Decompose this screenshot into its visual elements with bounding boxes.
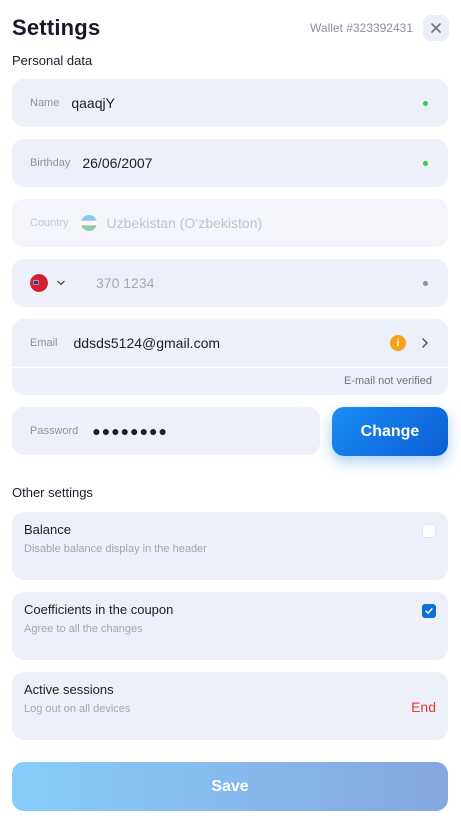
page-title: Settings: [12, 15, 101, 40]
email-block: Email ddsds5124@gmail.com i E-mail not v…: [12, 319, 448, 395]
wallet-id: Wallet #323392431: [310, 21, 413, 35]
end-sessions-button[interactable]: End: [411, 699, 436, 715]
uzbekistan-flag-icon: [80, 215, 97, 231]
phone-input[interactable]: 370 1234: [96, 275, 154, 291]
warning-icon: i: [390, 335, 406, 351]
birthday-label: Birthday: [30, 157, 71, 169]
other-settings-label: Other settings: [12, 485, 93, 500]
email-field[interactable]: Email ddsds5124@gmail.com i: [12, 319, 448, 367]
phone-status-dot: [423, 280, 428, 286]
header: Settings Wallet #323392431: [12, 12, 449, 44]
chevron-down-icon[interactable]: [56, 278, 66, 288]
check-icon: [425, 608, 433, 614]
balance-checkbox[interactable]: [422, 524, 436, 538]
save-button[interactable]: Save: [12, 762, 448, 811]
coefficients-setting: Coefficients in the coupon Agree to all …: [12, 592, 448, 660]
phone-country-flag-icon[interactable]: [30, 274, 48, 292]
phone-field[interactable]: 370 1234: [12, 259, 448, 307]
balance-title: Balance: [24, 522, 71, 537]
name-status-dot: [423, 100, 428, 106]
name-value[interactable]: qaaqjY: [71, 95, 115, 111]
country-value: Uzbekistan (O‘zbekiston): [106, 215, 263, 231]
birthday-status-dot: [423, 160, 428, 166]
birthday-field[interactable]: Birthday 26/06/2007: [12, 139, 448, 187]
coefficients-title: Coefficients in the coupon: [24, 602, 174, 617]
email-label: Email: [30, 337, 58, 349]
change-password-button[interactable]: Change: [332, 407, 448, 456]
name-label: Name: [30, 97, 60, 109]
password-label: Password: [30, 425, 79, 437]
settings-page: Settings Wallet #323392431 Personal data…: [0, 0, 461, 823]
email-verification-note: E-mail not verified: [343, 375, 432, 387]
balance-setting: Balance Disable balance display in the h…: [12, 512, 448, 580]
chevron-right-icon[interactable]: [420, 337, 430, 349]
password-value[interactable]: ●●●●●●●●: [92, 423, 168, 439]
balance-subtitle: Disable balance display in the header: [24, 543, 207, 555]
coefficients-subtitle: Agree to all the changes: [24, 623, 143, 635]
country-field: Country Uzbekistan (O‘zbekiston): [12, 199, 448, 247]
close-icon: [431, 23, 441, 33]
country-label: Country: [30, 217, 69, 229]
email-value[interactable]: ddsds5124@gmail.com: [74, 335, 221, 351]
close-button[interactable]: [423, 15, 449, 41]
personal-data-label: Personal data: [12, 53, 93, 68]
active-sessions-setting: Active sessions Log out on all devices E…: [12, 672, 448, 740]
birthday-value[interactable]: 26/06/2007: [82, 155, 152, 171]
coefficients-checkbox[interactable]: [422, 604, 436, 618]
password-field[interactable]: Password ●●●●●●●●: [12, 407, 320, 455]
active-sessions-title: Active sessions: [24, 682, 114, 697]
name-field[interactable]: Name qaaqjY: [12, 79, 448, 127]
active-sessions-subtitle: Log out on all devices: [24, 703, 131, 715]
